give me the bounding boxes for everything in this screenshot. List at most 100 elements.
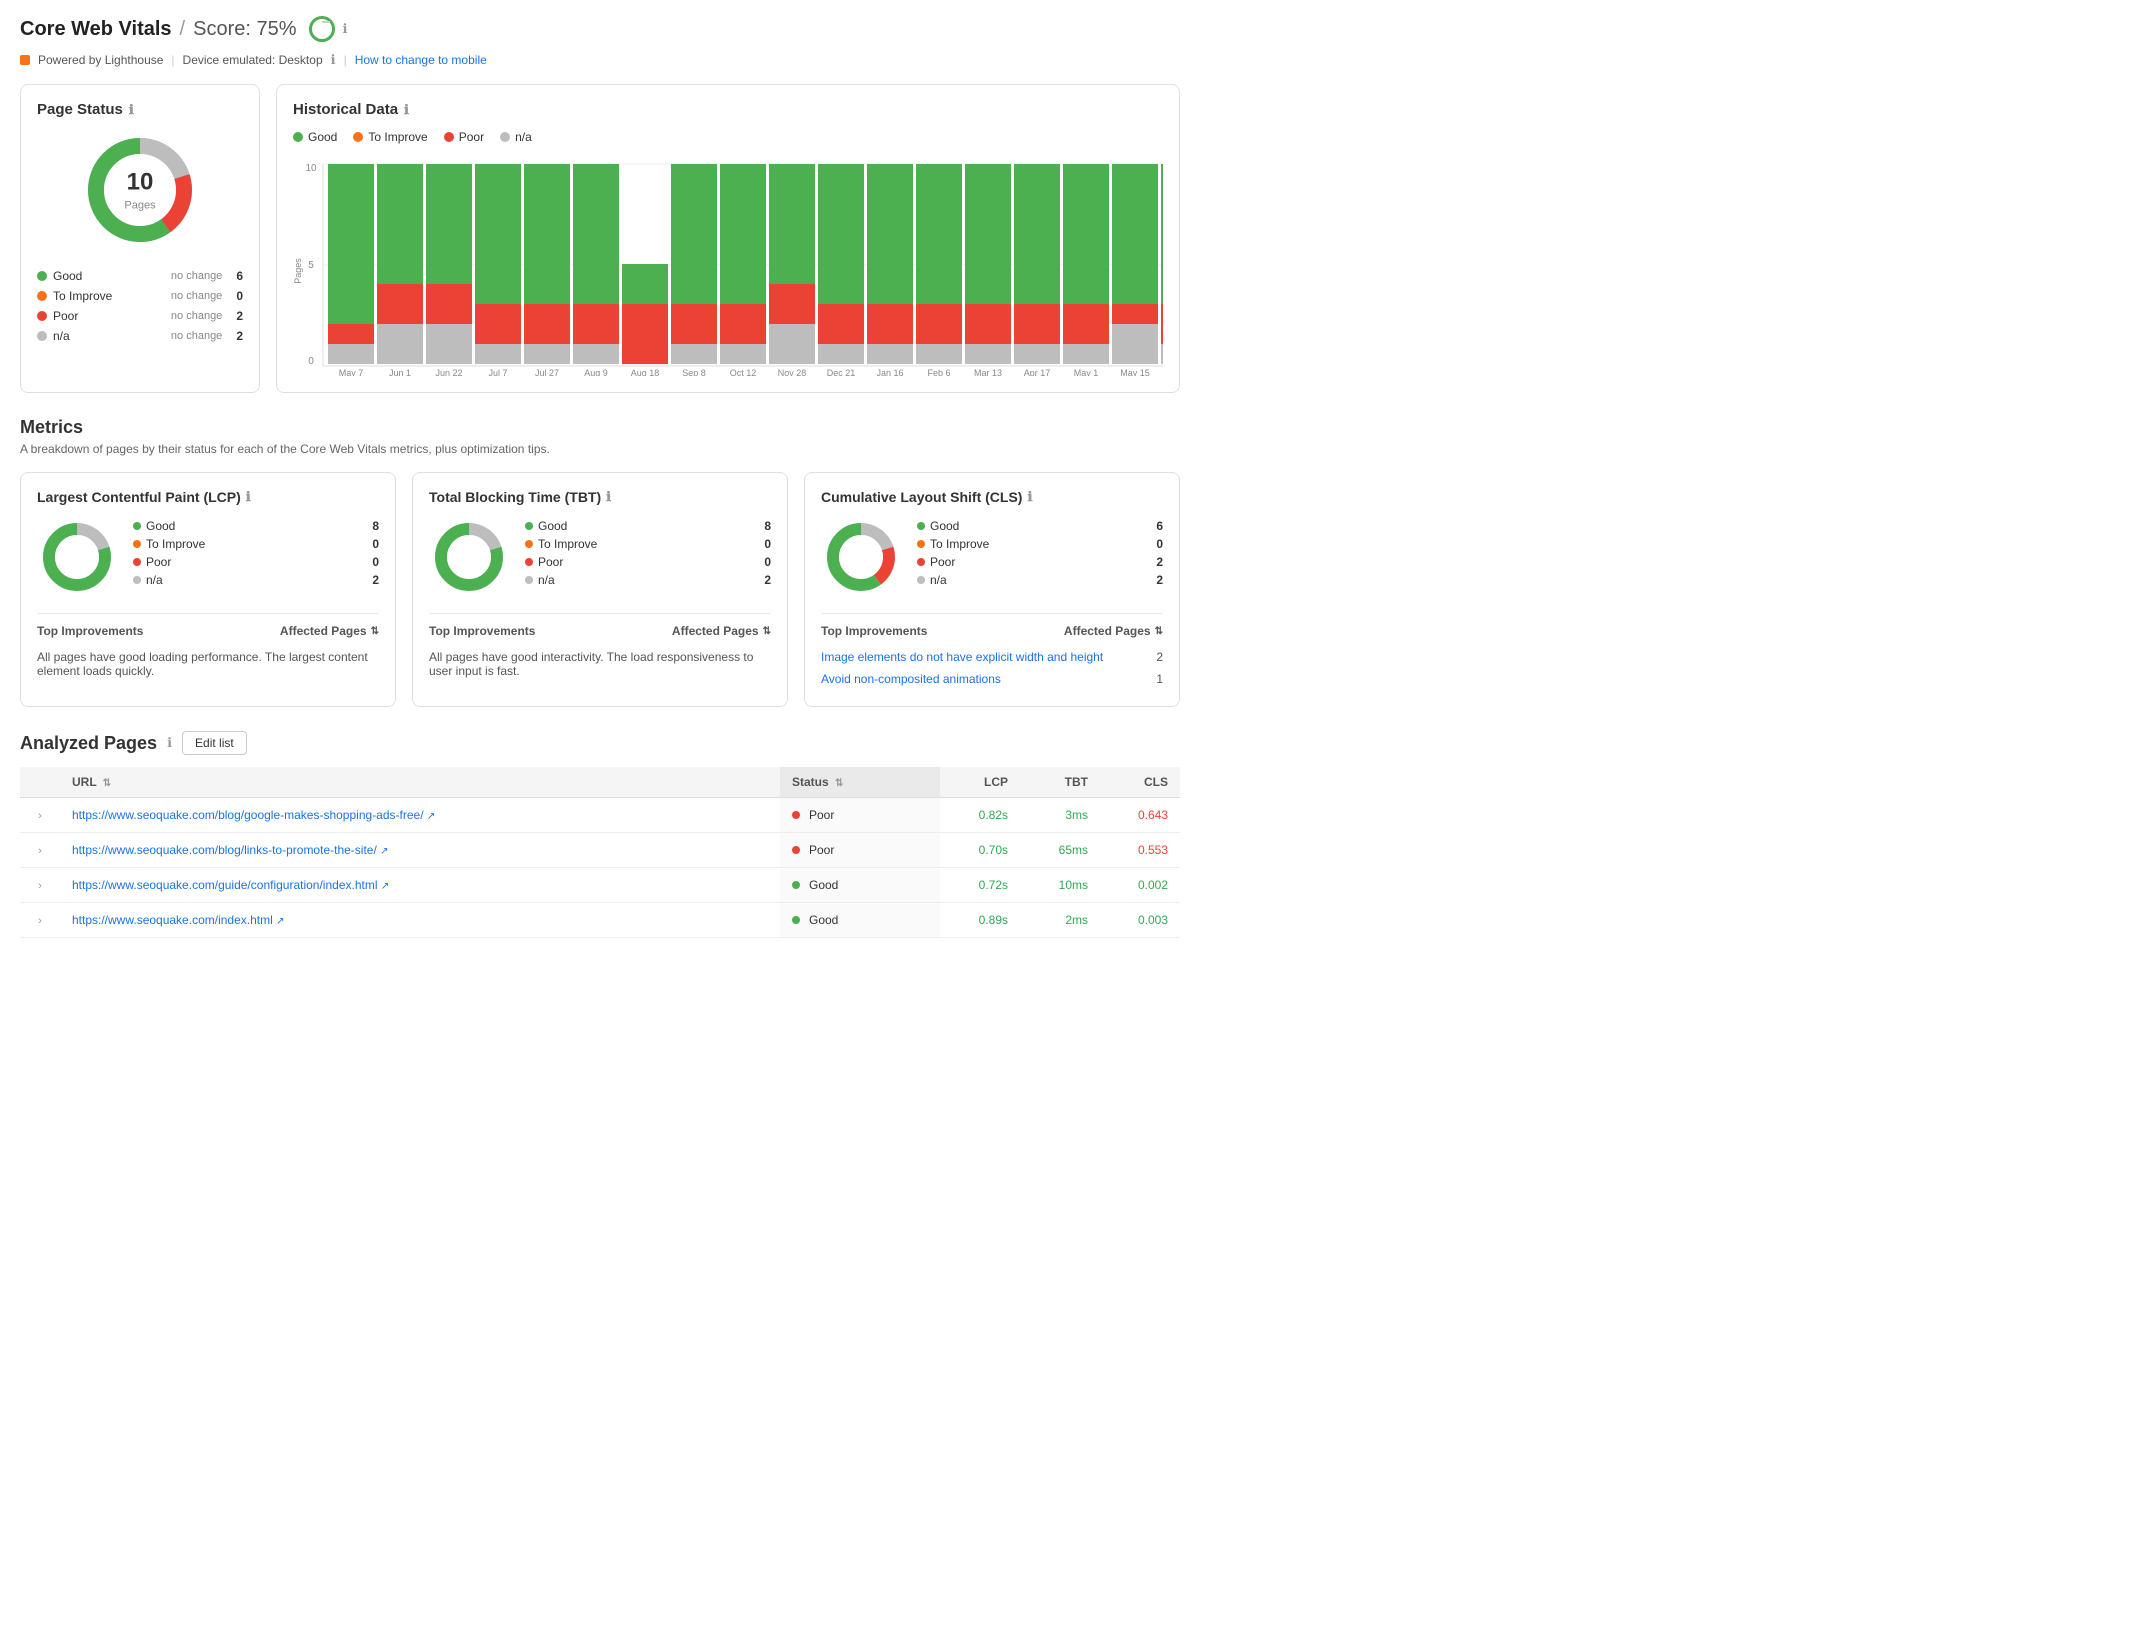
chart-legend-improve: To Improve [353, 130, 427, 144]
header-info-icon[interactable]: ℹ [343, 21, 348, 37]
tbt-title: Total Blocking Time (TBT) [429, 489, 601, 505]
tbt-donut [429, 517, 509, 597]
historical-info-icon[interactable]: ℹ [404, 102, 409, 118]
svg-text:Dec 21: Dec 21 [827, 368, 856, 376]
lcp-poor-dot [133, 558, 141, 566]
url-link[interactable]: https://www.seoquake.com/blog/google-mak… [72, 808, 435, 822]
poor-dot-icon [37, 311, 47, 321]
expand-icon[interactable]: › [38, 880, 42, 892]
lcp-improvement-text-row: All pages have good loading performance.… [37, 646, 379, 682]
url-cell: https://www.seoquake.com/blog/google-mak… [60, 798, 780, 833]
expand-cell[interactable]: › [20, 868, 60, 903]
device-label: Device emulated: Desktop [183, 53, 323, 67]
tbt-na-dot [525, 576, 533, 584]
device-info-icon[interactable]: ℹ [331, 52, 336, 68]
lcp-donut [37, 517, 117, 597]
expand-cell[interactable]: › [20, 798, 60, 833]
status-filter-icon[interactable]: ⇅ [835, 778, 843, 789]
metrics-grid: Largest Contentful Paint (LCP) ℹ [20, 472, 1180, 707]
svg-text:5: 5 [308, 260, 314, 271]
chart-poor-label: Poor [459, 130, 484, 144]
url-link[interactable]: https://www.seoquake.com/guide/configura… [72, 878, 389, 892]
lighthouse-badge-icon [20, 55, 30, 65]
tbt-good-label: Good [538, 519, 759, 533]
external-link-icon: ↗ [276, 916, 284, 927]
tbt-legend-na: n/a 2 [525, 571, 771, 589]
cls-affected-pages-title: Affected Pages ⇅ [1064, 624, 1163, 638]
legend-poor-label: Poor [53, 309, 165, 323]
tbt-poor-label: Poor [538, 555, 759, 569]
svg-text:Oct 12: Oct 12 [730, 368, 757, 376]
url-filter-icon[interactable]: ⇅ [103, 778, 111, 789]
tbt-info-icon[interactable]: ℹ [606, 489, 611, 505]
cls-improvement-row-2: Avoid non-composited animations 1 [821, 668, 1163, 690]
cls-improve-count: 0 [1156, 537, 1163, 551]
expand-icon[interactable]: › [38, 915, 42, 927]
cls-legend-poor: Poor 2 [917, 553, 1163, 571]
cls-na-dot [917, 576, 925, 584]
url-cell: https://www.seoquake.com/index.html ↗ [60, 903, 780, 938]
lcp-improve-dot [133, 540, 141, 548]
page-status-info-icon[interactable]: ℹ [129, 102, 134, 118]
analyzed-info-icon[interactable]: ℹ [167, 735, 172, 751]
lcp-cell: 0.70s [940, 833, 1020, 868]
status-label: Good [809, 913, 838, 927]
tbt-na-count: 2 [764, 573, 771, 587]
expand-icon[interactable]: › [38, 810, 42, 822]
table-row: › https://www.seoquake.com/blog/links-to… [20, 833, 1180, 868]
svg-text:Nov 28: Nov 28 [778, 368, 807, 376]
lcp-poor-label: Poor [146, 555, 367, 569]
cls-improvement-link-1[interactable]: Image elements do not have explicit widt… [821, 650, 1103, 664]
lcp-col-header: LCP [940, 767, 1020, 798]
url-link[interactable]: https://www.seoquake.com/blog/links-to-p… [72, 843, 389, 857]
legend-good-label: Good [53, 269, 165, 283]
cls-card: Cumulative Layout Shift (CLS) ℹ [804, 472, 1180, 707]
status-cell: Good [780, 903, 940, 938]
metrics-description: A breakdown of pages by their status for… [20, 442, 1180, 456]
cls-improve-dot [917, 540, 925, 548]
lcp-legend: Good 8 To Improve 0 Poor 0 [133, 517, 379, 597]
expand-cell[interactable]: › [20, 903, 60, 938]
cls-improvement-row-1: Image elements do not have explicit widt… [821, 646, 1163, 668]
improve-dot-icon [37, 291, 47, 301]
expand-cell[interactable]: › [20, 833, 60, 868]
chart-legend: Good To Improve Poor n/a [293, 130, 1163, 144]
cls-legend: Good 6 To Improve 0 Poor 2 [917, 517, 1163, 597]
url-link[interactable]: https://www.seoquake.com/index.html ↗ [72, 913, 284, 927]
analyzed-pages-section: Analyzed Pages ℹ Edit list URL ⇅ Status … [20, 731, 1180, 938]
legend-poor-count: 2 [236, 309, 243, 323]
cls-donut [821, 517, 901, 597]
status-cell: Poor [780, 833, 940, 868]
cls-filter-icon: ⇅ [1155, 626, 1163, 637]
metrics-title: Metrics [20, 417, 1180, 438]
tbt-good-dot [525, 522, 533, 530]
legend-item-na: n/a no change 2 [37, 326, 243, 346]
tbt-card: Total Blocking Time (TBT) ℹ Good 8 [412, 472, 788, 707]
status-dot-icon [792, 881, 800, 889]
lcp-improvements-title: Top Improvements [37, 624, 143, 638]
cls-cell: 0.003 [1100, 903, 1180, 938]
external-link-icon: ↗ [381, 881, 389, 892]
legend-item-improve: To Improve no change 0 [37, 286, 243, 306]
edit-list-button[interactable]: Edit list [182, 731, 247, 755]
external-link-icon: ↗ [427, 811, 435, 822]
legend-good-change: no change [171, 270, 222, 282]
tbt-affected-pages-title: Affected Pages ⇅ [672, 624, 771, 638]
svg-text:0: 0 [308, 356, 314, 367]
tbt-improvement-text: All pages have good interactivity. The l… [429, 650, 771, 678]
good-dot-icon [37, 271, 47, 281]
page-status-donut: 10 Pages [80, 130, 200, 250]
svg-text:Jul 27: Jul 27 [535, 368, 559, 376]
table-row: › https://www.seoquake.com/guide/configu… [20, 868, 1180, 903]
svg-text:Jun 22: Jun 22 [435, 368, 462, 376]
expand-icon[interactable]: › [38, 845, 42, 857]
change-to-mobile-link[interactable]: How to change to mobile [355, 53, 487, 67]
cls-info-icon[interactable]: ℹ [1027, 489, 1032, 505]
cls-na-label: n/a [930, 573, 1151, 587]
status-dot-icon [792, 846, 800, 854]
cls-good-count: 6 [1156, 519, 1163, 533]
lcp-info-icon[interactable]: ℹ [246, 489, 251, 505]
lcp-improvement-text: All pages have good loading performance.… [37, 650, 379, 678]
cls-improvement-link-2[interactable]: Avoid non-composited animations [821, 672, 1001, 686]
tbt-cell: 2ms [1020, 903, 1100, 938]
